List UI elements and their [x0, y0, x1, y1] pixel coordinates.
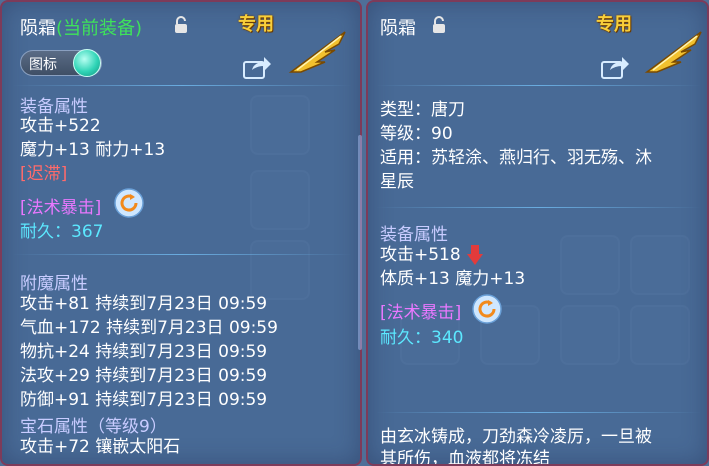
equipped-tag: (当前装备) — [56, 18, 143, 39]
icon-toggle[interactable]: 图标 — [20, 49, 102, 77]
divider — [376, 85, 701, 86]
share-icon[interactable] — [600, 54, 630, 80]
item-name: 陨霜 — [20, 18, 56, 39]
description-line: 由玄冰铸成，刀劲森冷凌厉，一旦被 — [380, 427, 652, 447]
skill-label: [法术暴击] — [380, 303, 462, 323]
refresh-skill-icon — [114, 188, 144, 218]
divider — [376, 412, 701, 413]
gem-line: 攻击+72 镶嵌太阳石 — [20, 437, 181, 457]
enchant-line: 法攻+29 持续到7月23日 09:59 — [20, 366, 268, 386]
description-line: 其所伤，血液都将冻结 — [380, 449, 550, 466]
toggle-knob[interactable] — [73, 49, 101, 77]
item-type: 类型：唐刀 — [380, 100, 465, 120]
equip-attributes-heading: 装备属性 — [380, 225, 448, 245]
exclusive-label: 专用 — [596, 14, 632, 35]
enchant-line: 防御+91 持续到7月23日 09:59 — [20, 390, 268, 410]
magic-endurance-stat: 魔力+13 耐力+13 — [20, 140, 166, 160]
toggle-label: 图标 — [29, 57, 57, 73]
durability: 耐久：340 — [380, 328, 464, 348]
item-name: 陨霜 — [380, 18, 416, 39]
divider — [376, 207, 701, 208]
exclusive-label: 专用 — [238, 14, 274, 35]
scrollbar[interactable] — [358, 135, 362, 350]
compare-item-tooltip: 陨霜 专用 类型：唐刀 等级：90 适用：苏轻涂、燕归行、羽无殇、沐 星辰 装备… — [366, 0, 709, 466]
share-icon[interactable] — [242, 54, 272, 80]
enchant-attributes-heading: 附魔属性 — [20, 274, 88, 294]
item-title: 陨霜(当前装备) — [20, 14, 142, 40]
enchant-line: 气血+172 持续到7月23日 09:59 — [20, 318, 278, 338]
attack-stat: 攻击+522 — [20, 116, 101, 136]
physique-magic-stat: 体质+13 魔力+13 — [380, 269, 526, 289]
gem-attributes-heading: 宝石属性（等级9） — [20, 417, 167, 437]
refresh-skill-icon — [472, 294, 502, 324]
equipped-item-tooltip: 陨霜(当前装备) 专用 图标 装备属性 攻击+522 魔力+13 耐力+13 [… — [0, 0, 362, 466]
item-level: 等级：90 — [380, 124, 453, 144]
down-arrow-icon — [467, 245, 483, 265]
weapon-wing-icon — [644, 31, 702, 73]
lock-icon[interactable] — [172, 16, 190, 34]
skill-label: [法术暴击] — [20, 198, 102, 218]
usable-by-cont: 星辰 — [380, 172, 414, 192]
usable-by: 适用：苏轻涂、燕归行、羽无殇、沐 — [380, 148, 652, 168]
divider — [12, 85, 352, 86]
enchant-line: 物抗+24 持续到7月23日 09:59 — [20, 342, 268, 362]
divider — [12, 254, 352, 255]
attack-stat: 攻击+518 — [380, 245, 461, 265]
enchant-line: 攻击+81 持续到7月23日 09:59 — [20, 294, 268, 314]
special-effect: [迟滞] — [20, 164, 68, 184]
weapon-wing-icon — [288, 31, 346, 73]
equip-attributes-heading: 装备属性 — [20, 97, 88, 117]
lock-icon[interactable] — [430, 16, 448, 34]
durability: 耐久：367 — [20, 222, 104, 242]
